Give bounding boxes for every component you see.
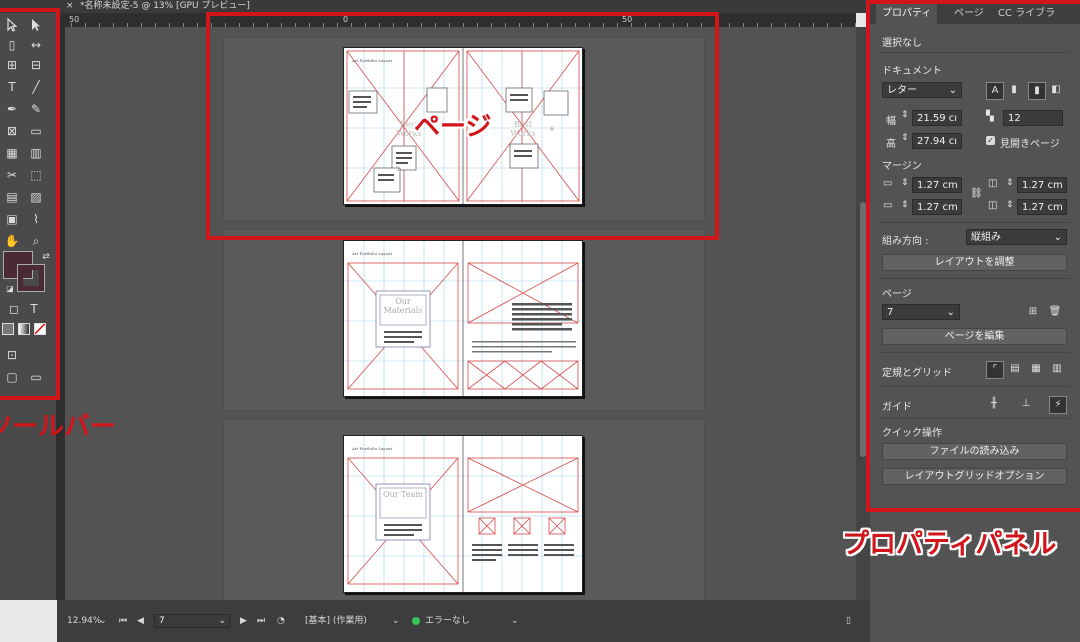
previous-page-icon[interactable]: ◀ <box>137 614 144 628</box>
page-annotation: ページ <box>414 112 492 142</box>
spread-2-our-materials: Our Materials <box>383 297 423 315</box>
spread-3-our-team: Our Team <box>383 490 423 499</box>
spread-3-header: Art Portfolio Layout <box>352 446 393 451</box>
status-bar: 12.94% ⌄ ⏮ ◀ 7 ⌄ ▶ ⏭ ◔ [基本] (作業用) ⌄ エラーなし… <box>57 600 870 642</box>
spread-3-layout <box>344 436 582 592</box>
zoom-level[interactable]: 12.94% <box>67 614 101 628</box>
toolbar-annotation: ツールバー <box>0 412 117 442</box>
preflight-profile-icon[interactable]: ◔ <box>277 614 285 628</box>
toolbar-highlight-box <box>0 8 60 400</box>
workspace-label[interactable]: [基本] (作業用) <box>305 614 367 628</box>
spread-3[interactable]: Art Portfolio Layout Our Team <box>343 435 583 593</box>
spread-2[interactable]: Art Portfolio Layout Our Materials <box>343 240 583 397</box>
panel-toggle-icon[interactable]: ▯ <box>846 614 851 628</box>
page-number-value: 7 <box>159 616 165 626</box>
zoom-dropdown-icon[interactable]: ⌄ <box>99 614 107 628</box>
page-dropdown-icon[interactable]: ⌄ <box>218 615 226 627</box>
first-page-icon[interactable]: ⏮ <box>119 614 127 628</box>
next-page-icon[interactable]: ▶ <box>240 614 247 628</box>
spread-2-header: Art Portfolio Layout <box>352 251 393 256</box>
panel-highlight-box <box>866 0 1080 512</box>
preflight-status-icon <box>412 617 420 625</box>
page-number-field[interactable]: 7 ⌄ <box>154 614 230 628</box>
preflight-dropdown-icon[interactable]: ⌄ <box>511 614 519 628</box>
spread-2-layout <box>344 241 582 396</box>
panel-annotation: プロパティパネル <box>842 529 1057 560</box>
preflight-status[interactable]: エラーなし <box>425 614 470 628</box>
last-page-icon[interactable]: ⏭ <box>257 614 265 628</box>
workspace-dropdown-icon[interactable]: ⌄ <box>392 614 400 628</box>
close-tab-icon[interactable]: × <box>66 0 74 13</box>
